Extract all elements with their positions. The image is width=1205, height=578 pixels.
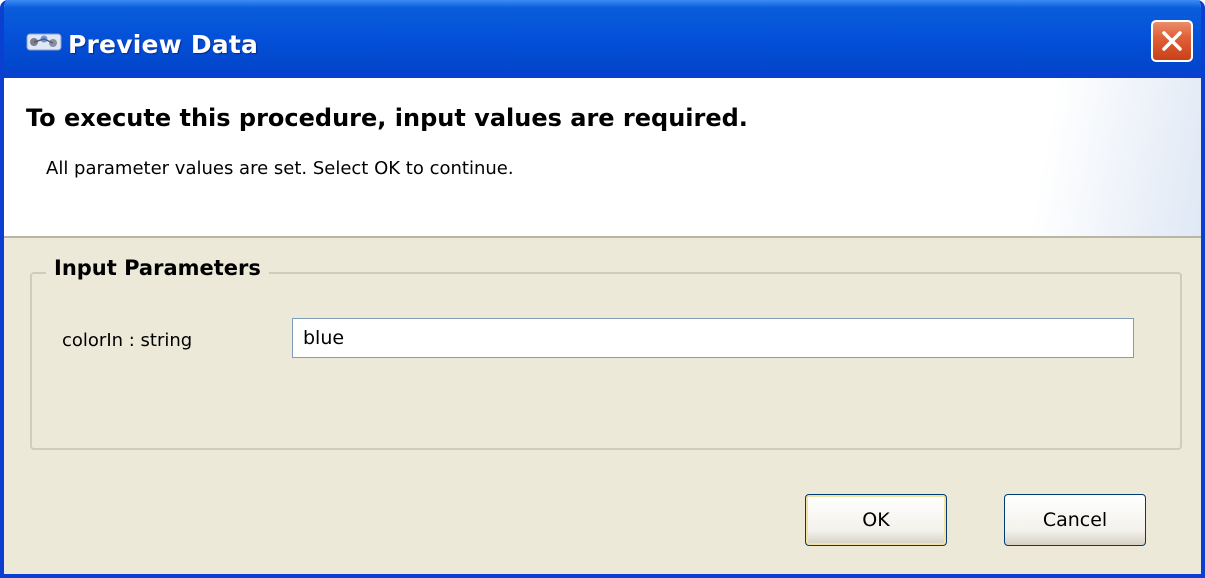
input-parameters-group: Input Parameters colorIn : string bbox=[30, 256, 1182, 450]
title-bar[interactable]: Preview Data bbox=[4, 0, 1201, 78]
ok-button[interactable]: OK bbox=[805, 494, 947, 546]
group-legend: Input Parameters bbox=[46, 256, 269, 280]
close-icon bbox=[1162, 31, 1182, 51]
header-message: All parameter values are set. Select OK … bbox=[46, 158, 514, 179]
data-preview-icon bbox=[26, 28, 62, 56]
header-title: To execute this procedure, input values … bbox=[26, 104, 748, 132]
window-title: Preview Data bbox=[68, 30, 259, 59]
param-label-colorin: colorIn : string bbox=[62, 330, 193, 351]
param-input-colorin[interactable] bbox=[292, 318, 1134, 358]
dialog-header: To execute this procedure, input values … bbox=[4, 78, 1201, 238]
cancel-button[interactable]: Cancel bbox=[1004, 494, 1146, 546]
close-button[interactable] bbox=[1151, 20, 1193, 62]
preview-data-dialog: Preview Data To execute this procedure, … bbox=[0, 0, 1205, 578]
